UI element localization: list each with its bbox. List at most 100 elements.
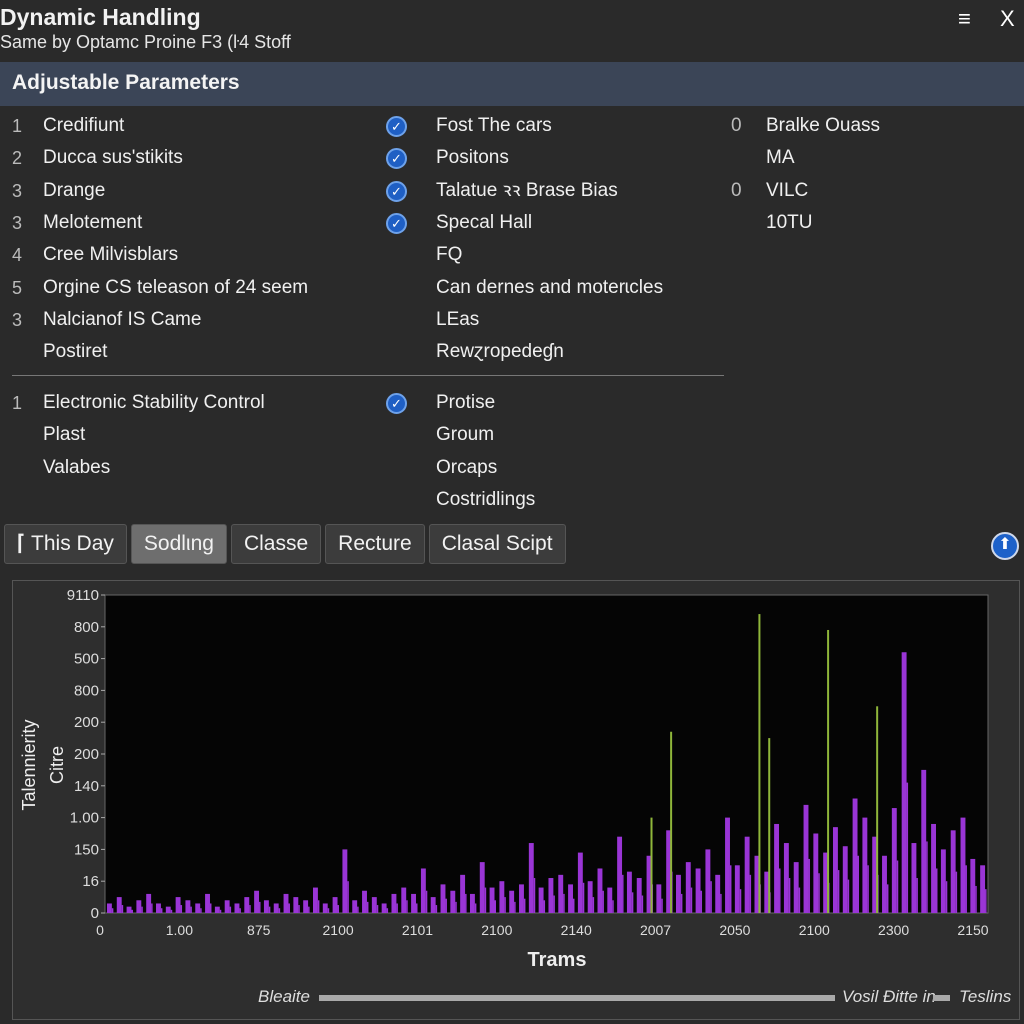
purple-bar <box>425 890 428 913</box>
purple-bar <box>160 908 163 913</box>
purple-bar <box>936 868 938 913</box>
purple-bar <box>474 903 477 913</box>
purple-bar <box>352 900 358 913</box>
purple-bar <box>680 893 683 913</box>
purple-bar <box>705 849 711 913</box>
purple-bar <box>690 887 693 913</box>
purple-bar <box>891 808 897 913</box>
purple-bar <box>234 903 240 913</box>
purple-bar <box>317 900 320 913</box>
x-tick-label: 2140 <box>561 922 592 938</box>
purple-bar <box>484 887 487 913</box>
legend-right-label: Teslins <box>959 987 1012 1006</box>
purple-bar <box>818 873 820 913</box>
purple-bar <box>254 890 260 913</box>
purple-bar <box>494 900 497 913</box>
purple-bar <box>970 858 976 913</box>
purple-bar <box>739 889 742 913</box>
purple-bar <box>744 836 750 913</box>
purple-bar <box>715 874 721 913</box>
purple-bar <box>381 903 387 913</box>
purple-bar <box>857 855 860 913</box>
purple-bar <box>214 906 220 913</box>
purple-bar <box>774 823 780 913</box>
y-tick-label: 1.00 <box>70 810 99 827</box>
purple-bar <box>602 890 604 913</box>
y-tick-label: 200 <box>74 746 99 763</box>
purple-bar <box>268 906 271 913</box>
purple-bar <box>362 890 367 913</box>
purple-bar <box>803 804 809 913</box>
purple-bar <box>298 905 300 913</box>
x-tick-label: 2007 <box>640 922 671 938</box>
purple-bar <box>882 855 887 913</box>
purple-bar <box>195 903 201 913</box>
x-tick-label: 2050 <box>719 922 750 938</box>
purple-bar <box>641 895 644 913</box>
purple-bar <box>131 909 133 913</box>
purple-bar <box>975 885 977 913</box>
purple-bar <box>597 868 603 913</box>
purple-bar <box>420 868 426 913</box>
purple-bar <box>617 836 623 913</box>
purple-bar <box>209 903 212 913</box>
purple-bar <box>111 908 114 913</box>
purple-bar <box>239 908 241 913</box>
purple-bar <box>156 903 161 913</box>
x-tick-label: 0 <box>96 922 104 938</box>
purple-bar <box>440 884 446 913</box>
green-bar <box>670 731 673 913</box>
purple-bar <box>847 879 850 913</box>
purple-bar <box>465 893 467 913</box>
purple-bar <box>543 900 546 913</box>
purple-bar <box>244 897 250 913</box>
purple-bar <box>278 908 281 913</box>
purple-bar <box>553 895 555 913</box>
green-bar <box>827 629 830 913</box>
purple-bar <box>837 870 840 913</box>
purple-bar <box>509 890 515 913</box>
purple-bar <box>489 887 495 913</box>
y-tick-label: 800 <box>74 682 99 699</box>
purple-bar <box>842 846 848 913</box>
green-bar <box>758 614 761 913</box>
purple-bar <box>514 901 516 913</box>
legend-left-label: Bleaite <box>258 987 310 1006</box>
purple-bar <box>725 817 730 913</box>
purple-bar <box>116 897 122 913</box>
green-bar <box>768 738 771 913</box>
purple-bar <box>592 897 595 913</box>
purple-bar <box>798 887 801 913</box>
purple-bar <box>656 884 662 913</box>
x-tick-label: 875 <box>247 922 271 938</box>
x-tick-label: 2100 <box>799 922 830 938</box>
purple-bar <box>862 817 868 913</box>
purple-bar <box>460 874 466 913</box>
purple-bar <box>700 890 703 913</box>
purple-bar <box>411 893 417 913</box>
purple-bar <box>141 906 143 913</box>
purple-bar <box>519 884 524 913</box>
purple-bar <box>504 897 506 913</box>
range-slider[interactable] <box>319 995 835 1001</box>
purple-bar <box>106 903 112 913</box>
purple-bar <box>960 817 966 913</box>
purple-bar <box>980 865 986 913</box>
purple-bar <box>450 890 456 913</box>
y-tick-label: 9110 <box>67 587 99 604</box>
purple-bar <box>793 862 799 913</box>
purple-bar <box>636 878 642 913</box>
purple-bar <box>293 897 299 913</box>
purple-bar <box>720 893 722 913</box>
purple-bar <box>327 908 330 913</box>
x-tick-label: 1.00 <box>166 922 193 938</box>
purple-bar <box>788 878 791 913</box>
purple-bar <box>622 874 624 913</box>
purple-bar <box>906 782 909 913</box>
purple-bar <box>259 901 261 913</box>
purple-bar <box>430 897 436 913</box>
purple-bar <box>558 874 564 913</box>
green-bar <box>876 706 879 913</box>
purple-bar <box>151 903 153 913</box>
purple-bar <box>676 874 681 913</box>
